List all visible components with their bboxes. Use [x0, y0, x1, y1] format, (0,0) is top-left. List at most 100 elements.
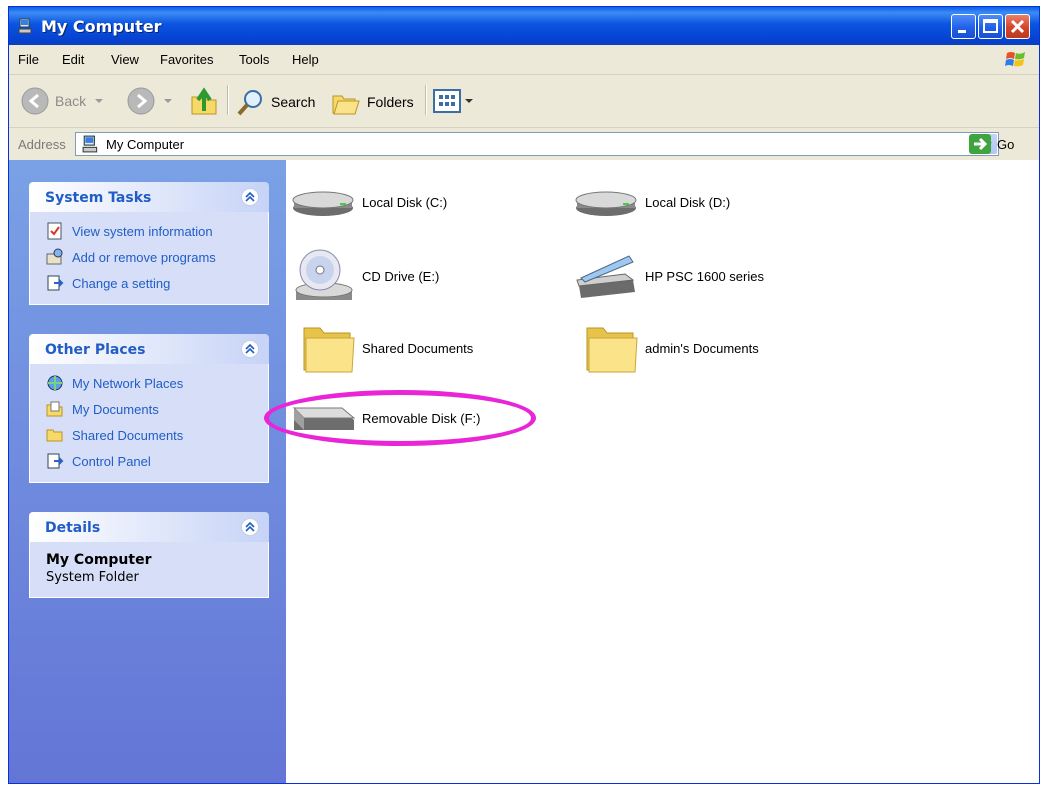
item-label: admin's Documents — [645, 340, 759, 356]
scanner-icon — [576, 255, 635, 298]
details-name: My Computer — [46, 552, 152, 568]
back-label: Back — [55, 93, 87, 109]
menu-view[interactable]: View — [111, 52, 139, 67]
highlight-circle — [264, 390, 536, 446]
task-label: Add or remove programs — [72, 249, 216, 265]
search-icon — [237, 90, 262, 116]
system-tasks-panel: System Tasks View system information Add… — [29, 182, 269, 305]
hard-disk-icon — [575, 191, 637, 216]
collapse-button[interactable] — [241, 188, 259, 206]
item-shared-documents[interactable]: Shared Documents — [302, 320, 473, 376]
other-places-header[interactable]: Other Places — [29, 334, 269, 364]
views-icon — [433, 89, 461, 113]
item-local-disk-c[interactable]: Local Disk (C:) — [292, 182, 447, 222]
chevron-up-icon — [245, 191, 255, 202]
go-label: Go — [997, 136, 1015, 152]
control-panel-icon — [47, 453, 64, 469]
place-label: My Documents — [72, 401, 159, 417]
content-area: Local Disk (C:) Local Disk (D:) CD Drive… — [286, 160, 1039, 783]
folders-button[interactable]: Folders — [331, 87, 414, 117]
search-button[interactable]: Search — [235, 87, 315, 117]
minimize-button[interactable] — [951, 14, 976, 39]
address-label: Address — [18, 137, 66, 152]
views-button[interactable] — [433, 89, 474, 113]
place-label: Shared Documents — [72, 427, 184, 443]
place-label: Control Panel — [72, 453, 151, 469]
place-my-network-places[interactable]: My Network Places — [30, 370, 268, 396]
item-label: HP PSC 1600 series — [645, 268, 764, 284]
details-title: Details — [45, 520, 101, 536]
system-tasks-title: System Tasks — [45, 190, 152, 206]
item-label: CD Drive (E:) — [362, 268, 440, 284]
explorer-window: My Computer File Edit View Favorites Too… — [8, 6, 1040, 784]
search-label: Search — [271, 94, 316, 110]
control-panel-icon — [47, 275, 64, 291]
item-hp-psc-1600[interactable]: HP PSC 1600 series — [575, 246, 764, 306]
chevron-down-icon — [95, 99, 104, 103]
task-pane: System Tasks View system information Add… — [9, 160, 286, 783]
system-tasks-header[interactable]: System Tasks — [29, 182, 269, 212]
my-computer-icon — [18, 18, 32, 34]
cd-drive-icon — [295, 249, 353, 300]
folder-icon — [586, 327, 638, 373]
menu-tools[interactable]: Tools — [239, 52, 269, 67]
add-remove-programs-icon — [46, 248, 63, 265]
folders-label: Folders — [367, 94, 414, 110]
item-label: Local Disk (C:) — [362, 194, 448, 210]
place-my-documents[interactable]: My Documents — [30, 396, 268, 422]
place-label: My Network Places — [72, 375, 184, 391]
address-value: My Computer — [106, 137, 185, 152]
item-label: Local Disk (D:) — [645, 194, 731, 210]
item-admins-documents[interactable]: admin's Documents — [585, 320, 759, 376]
forward-button[interactable] — [127, 87, 173, 115]
task-label: Change a setting — [72, 275, 171, 291]
menu-help[interactable]: Help — [292, 52, 319, 67]
system-info-icon — [47, 222, 62, 240]
other-places-title: Other Places — [45, 342, 146, 358]
hard-disk-icon — [292, 191, 354, 216]
up-folder-button[interactable] — [189, 87, 219, 117]
place-shared-documents[interactable]: Shared Documents — [30, 422, 268, 448]
windows-logo-icon — [1005, 52, 1025, 67]
chevron-down-icon — [164, 99, 172, 103]
item-cd-drive-e[interactable]: CD Drive (E:) — [292, 246, 439, 306]
details-type: System Folder — [46, 570, 139, 585]
task-change-setting[interactable]: Change a setting — [30, 270, 268, 296]
toolbar: Back Search Folders — [9, 75, 1039, 128]
other-places-panel: Other Places My Network Places My Docume… — [29, 334, 269, 483]
item-label: Shared Documents — [362, 340, 474, 356]
folder-icon — [303, 327, 355, 373]
details-panel: Details My Computer System Folder — [29, 512, 269, 598]
network-places-icon — [47, 375, 63, 391]
address-field[interactable]: My Computer — [75, 132, 999, 156]
forward-arrow-icon — [127, 87, 155, 115]
folder-icon — [46, 429, 63, 442]
place-control-panel[interactable]: Control Panel — [30, 448, 268, 474]
menu-edit[interactable]: Edit — [62, 52, 84, 67]
menu-file[interactable]: File — [18, 52, 39, 67]
window-title: My Computer — [41, 17, 162, 36]
task-label: View system information — [72, 223, 213, 239]
back-arrow-icon — [21, 87, 49, 115]
task-view-system-information[interactable]: View system information — [30, 218, 268, 244]
folders-icon — [332, 95, 360, 115]
address-bar: Address My Computer Go — [9, 128, 1039, 160]
item-local-disk-d[interactable]: Local Disk (D:) — [575, 182, 730, 222]
task-add-remove-programs[interactable]: Add or remove programs — [30, 244, 268, 270]
go-button[interactable]: Go — [969, 134, 1014, 154]
go-arrow-icon — [969, 134, 991, 154]
title-bar[interactable]: My Computer — [9, 7, 1039, 45]
my-computer-icon — [82, 135, 98, 153]
maximize-button[interactable] — [978, 14, 1003, 39]
back-button[interactable]: Back — [21, 87, 104, 115]
collapse-button[interactable] — [241, 518, 259, 536]
menu-favorites[interactable]: Favorites — [160, 52, 213, 67]
chevron-up-icon — [245, 521, 255, 532]
chevron-up-icon — [245, 343, 255, 354]
menu-bar: File Edit View Favorites Tools Help — [9, 45, 1039, 75]
up-folder-icon — [191, 87, 217, 115]
collapse-button[interactable] — [241, 340, 259, 358]
close-button[interactable] — [1005, 14, 1030, 39]
my-documents-icon — [46, 401, 63, 417]
details-header[interactable]: Details — [29, 512, 269, 542]
